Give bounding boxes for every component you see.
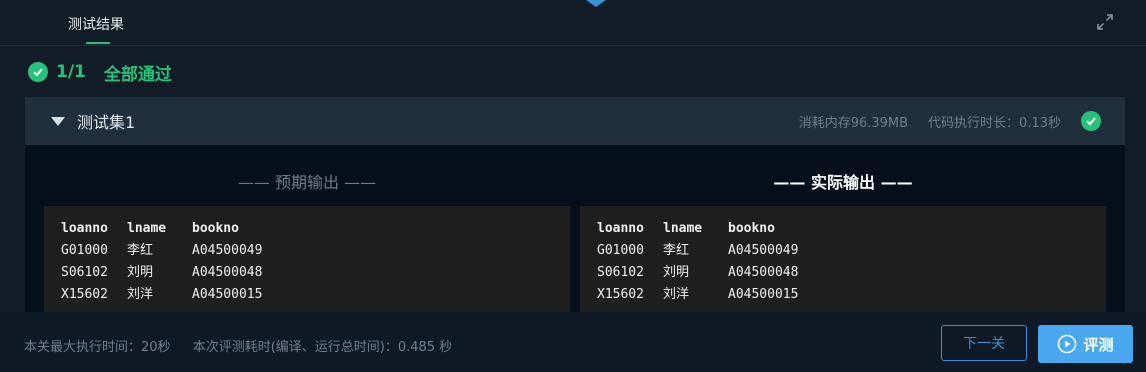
tab-test-results[interactable]: 测试结果 [68, 14, 124, 34]
cell: X15602 [61, 287, 108, 302]
timing-info: 本关最大执行时间：20秒 本次评测耗时(编译、运行总时间)：0.485 秒 [24, 336, 452, 355]
top-bar: 测试结果 [0, 0, 1146, 46]
expected-output-box: loanno lname bookno G01000 李红 A04500049 … [44, 206, 570, 326]
cell: A04500048 [192, 265, 263, 280]
table-row: X15602 刘洋 A04500015 [44, 284, 570, 306]
table-row: S06102 刘明 A04500048 [580, 262, 1106, 284]
table-header: loanno lname bookno [580, 218, 1106, 240]
check-circle-icon [1081, 111, 1101, 131]
footer-bar: 本关最大执行时间：20秒 本次评测耗时(编译、运行总时间)：0.485 秒 下一… [0, 312, 1146, 372]
cell: A04500015 [728, 287, 799, 302]
header-cell: loanno [597, 221, 644, 236]
cell: 李红 [127, 243, 154, 258]
test-set-meta: 消耗内存96.39MB 代码执行时长：0.13秒 [779, 112, 1061, 131]
cell: 刘明 [663, 265, 690, 280]
execution-time: 代码执行时长：0.13秒 [928, 115, 1061, 131]
expected-output-title: —— 预期输出 —— [237, 173, 377, 192]
cell: A04500015 [192, 287, 263, 302]
judge-label: 评测 [1083, 335, 1114, 354]
play-circle-icon [1058, 334, 1077, 354]
header-cell: lname [127, 221, 167, 236]
eval-time: 本次评测耗时(编译、运行总时间)：0.485 秒 [192, 340, 453, 355]
cell: S06102 [597, 265, 644, 280]
pass-score: 1/1 [56, 62, 86, 82]
table-row: S06102 刘明 A04500048 [44, 262, 570, 284]
test-set-header[interactable]: 测试集1 消耗内存96.39MB 代码执行时长：0.13秒 [25, 97, 1125, 145]
table-row: G01000 李红 A04500049 [580, 240, 1106, 262]
cell: 刘洋 [127, 287, 154, 302]
judge-button[interactable]: 评测 [1038, 325, 1133, 363]
cell: A04500049 [192, 243, 263, 258]
actual-output-box: loanno lname bookno G01000 李红 A04500049 … [580, 206, 1106, 326]
cell: G01000 [597, 243, 644, 258]
output-panel: —— 预期输出 —— —— 实际输出 —— loanno lname bookn… [25, 145, 1125, 326]
test-set-title: 测试集1 [77, 113, 136, 132]
pass-status: 全部通过 [103, 64, 172, 85]
cell: 刘明 [127, 265, 154, 280]
memory-usage: 消耗内存96.39MB [798, 115, 909, 131]
cell: G01000 [61, 243, 108, 258]
tab-active-indicator [86, 42, 110, 44]
header-cell: bookno [728, 221, 775, 236]
caret-down-icon[interactable] [51, 116, 65, 126]
cell: 刘洋 [663, 287, 690, 302]
actual-output-title: —— 实际输出 —— [773, 173, 913, 192]
cell: S06102 [61, 265, 108, 280]
result-summary: 1/1 全部通过 [28, 60, 172, 85]
cell: A04500048 [728, 265, 799, 280]
cell: X15602 [597, 287, 644, 302]
table-header: loanno lname bookno [44, 218, 570, 240]
next-level-button[interactable]: 下一关 [941, 325, 1027, 361]
cell: 李红 [663, 243, 690, 258]
cell: A04500049 [728, 243, 799, 258]
check-circle-icon [28, 62, 48, 82]
table-row: G01000 李红 A04500049 [44, 240, 570, 262]
expand-icon[interactable] [1096, 13, 1114, 31]
collapse-handle[interactable] [586, 0, 606, 7]
max-exec-time: 本关最大执行时间：20秒 [24, 340, 171, 355]
header-cell: lname [663, 221, 703, 236]
header-cell: bookno [192, 221, 239, 236]
table-row: X15602 刘洋 A04500015 [580, 284, 1106, 306]
header-cell: loanno [61, 221, 108, 236]
